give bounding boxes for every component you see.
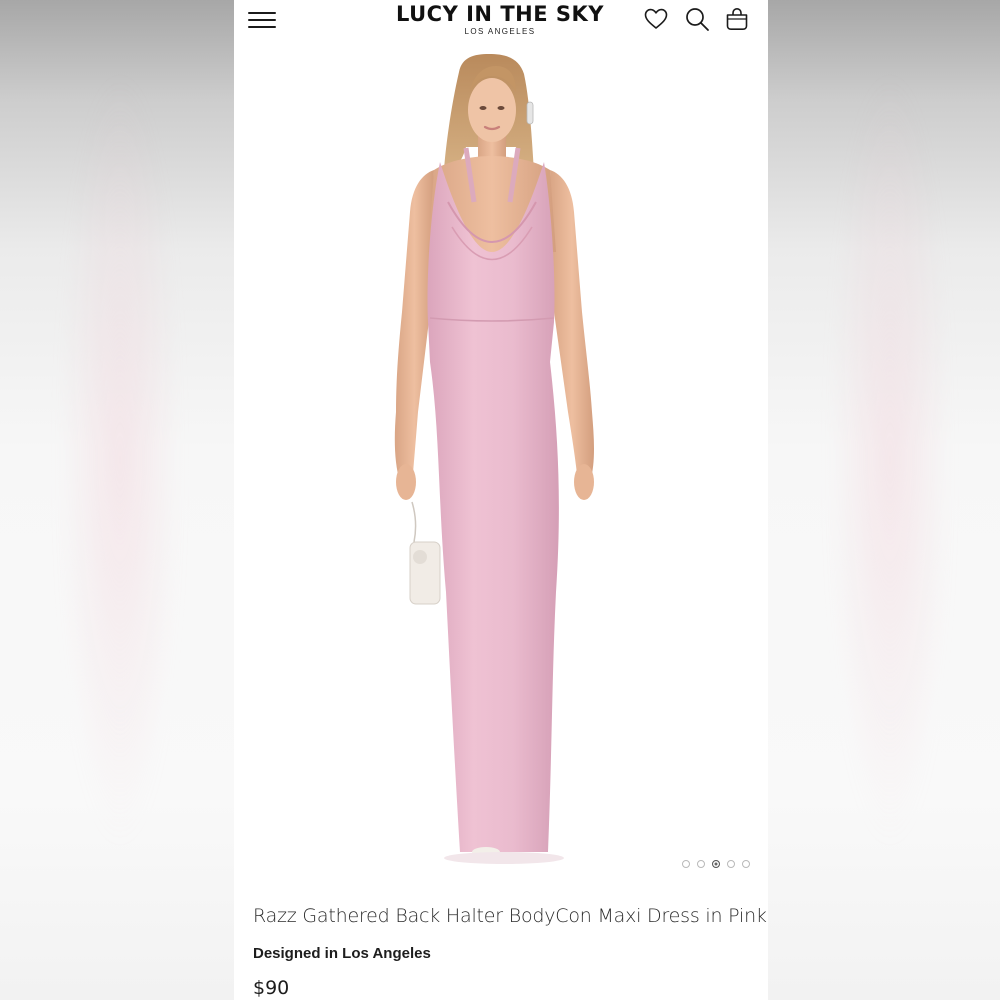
designed-in-label: Designed in Los Angeles <box>253 945 431 962</box>
menu-line <box>248 26 276 28</box>
left-ghost-figure <box>60 70 180 850</box>
menu-icon[interactable] <box>248 10 278 30</box>
right-blurred-background <box>768 0 1000 1000</box>
bag-icon[interactable] <box>724 6 750 32</box>
brand-location: LOS ANGELES <box>464 27 536 36</box>
gallery-dot[interactable] <box>727 860 735 868</box>
product-title: Razz Gathered Back Halter BodyCon Maxi D… <box>253 905 767 927</box>
heart-icon[interactable] <box>643 6 669 32</box>
brand-logo[interactable]: LUCY IN THE SKY LOS ANGELES <box>384 2 616 37</box>
menu-line <box>248 12 276 14</box>
product-page: LUCY IN THE SKY LOS ANGELES Razz Gathere… <box>234 0 768 1000</box>
gallery-dot[interactable] <box>742 860 750 868</box>
brand-name: LUCY IN THE SKY <box>396 2 604 26</box>
gallery-dot[interactable] <box>697 860 705 868</box>
gallery-dot-active[interactable] <box>712 860 720 868</box>
right-ghost-figure <box>830 70 950 850</box>
model-in-dress-illustration <box>394 54 594 864</box>
search-icon[interactable] <box>684 6 710 32</box>
product-price: $90 <box>253 977 290 999</box>
gallery-pagination <box>682 860 750 870</box>
site-header: LUCY IN THE SKY LOS ANGELES <box>234 0 768 52</box>
product-photo[interactable] <box>234 52 768 886</box>
left-blurred-background <box>0 0 234 1000</box>
menu-line <box>248 19 276 21</box>
gallery-dot[interactable] <box>682 860 690 868</box>
